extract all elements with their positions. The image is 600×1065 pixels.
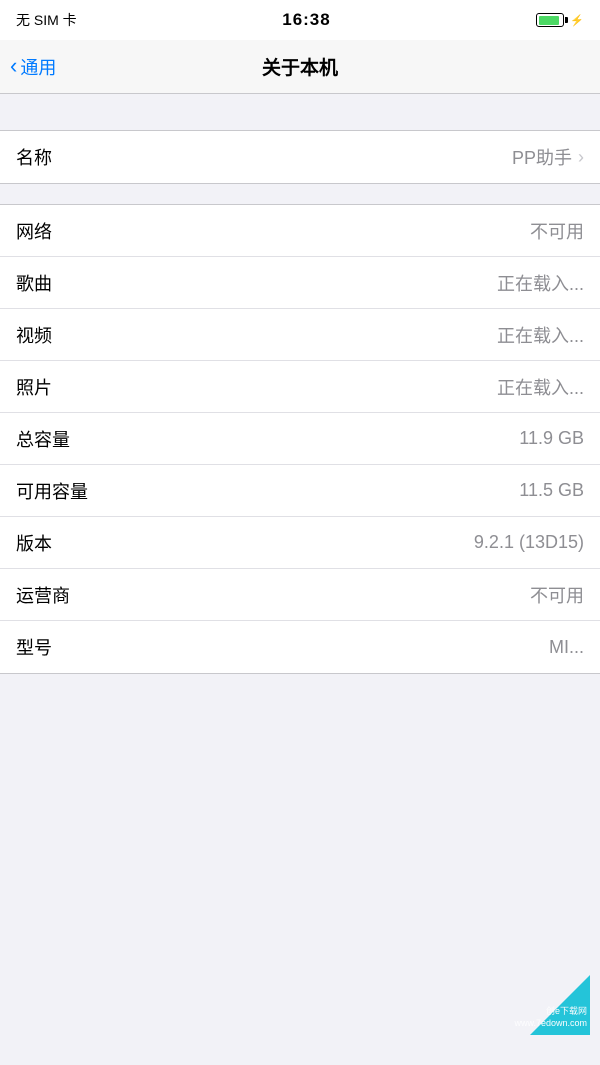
carrier-row-value: 不可用	[530, 582, 584, 608]
table-row: 总容量 11.9 GB	[0, 413, 600, 465]
carrier-row-value-container: 不可用	[530, 582, 584, 608]
available-capacity-label: 可用容量	[16, 478, 88, 504]
model-label: 型号	[16, 634, 52, 660]
back-chevron-icon: ‹	[10, 55, 17, 77]
battery-icon	[536, 13, 564, 27]
available-capacity-value: 11.5 GB	[519, 480, 584, 501]
videos-value-container: 正在载入...	[497, 322, 584, 348]
status-bar: 无 SIM 卡 16:38 ⚡	[0, 0, 600, 40]
videos-value: 正在载入...	[497, 322, 584, 348]
photos-value-container: 正在载入...	[497, 374, 584, 400]
videos-label: 视频	[16, 322, 52, 348]
back-button[interactable]: ‹ 通用	[10, 54, 56, 80]
watermark-text: 创e下载网 www.7edown.com	[514, 1005, 587, 1030]
charging-icon: ⚡	[570, 14, 584, 27]
carrier-row-label: 运营商	[16, 582, 70, 608]
name-value: PP助手	[512, 144, 572, 170]
watermark-line2: www.7edown.com	[514, 1018, 587, 1028]
battery-body	[536, 13, 564, 27]
status-icons: ⚡	[536, 13, 584, 27]
songs-label: 歌曲	[16, 270, 52, 296]
table-row: 运营商 不可用	[0, 569, 600, 621]
songs-value-container: 正在载入...	[497, 270, 584, 296]
photos-label: 照片	[16, 374, 52, 400]
total-capacity-label: 总容量	[16, 426, 70, 452]
name-value-container: PP助手 ›	[512, 144, 584, 170]
version-value: 9.2.1 (13D15)	[474, 532, 584, 553]
network-label: 网络	[16, 218, 52, 244]
name-label: 名称	[16, 144, 52, 170]
table-row: 可用容量 11.5 GB	[0, 465, 600, 517]
carrier-label: 无 SIM 卡	[16, 10, 77, 30]
total-capacity-value-container: 11.9 GB	[519, 428, 584, 449]
table-row: 视频 正在载入...	[0, 309, 600, 361]
battery-fill	[539, 16, 560, 25]
version-label: 版本	[16, 530, 52, 556]
table-row: 型号 MI...	[0, 621, 600, 673]
model-value-container: MI...	[549, 637, 584, 658]
table-row: 版本 9.2.1 (13D15)	[0, 517, 600, 569]
songs-value: 正在载入...	[497, 270, 584, 296]
page-title: 关于本机	[262, 53, 338, 80]
table-row: 歌曲 正在载入...	[0, 257, 600, 309]
model-value: MI...	[549, 637, 584, 658]
version-value-container: 9.2.1 (13D15)	[474, 532, 584, 553]
table-row: 照片 正在载入...	[0, 361, 600, 413]
top-spacer	[0, 94, 600, 130]
photos-value: 正在载入...	[497, 374, 584, 400]
nav-bar: ‹ 通用 关于本机	[0, 40, 600, 94]
content-area: 名称 PP助手 › 网络 不可用 歌曲 正在载入... 视频 正在载入...	[0, 94, 600, 674]
watermark-line1: 创e下载网	[546, 1006, 587, 1016]
info-group: 网络 不可用 歌曲 正在载入... 视频 正在载入... 照片 正在载入... …	[0, 204, 600, 674]
mid-spacer-1	[0, 184, 600, 204]
back-label: 通用	[20, 54, 56, 80]
total-capacity-value: 11.9 GB	[519, 428, 584, 449]
network-value: 不可用	[530, 218, 584, 244]
network-value-container: 不可用	[530, 218, 584, 244]
table-row: 网络 不可用	[0, 205, 600, 257]
table-row[interactable]: 名称 PP助手 ›	[0, 131, 600, 183]
name-group: 名称 PP助手 ›	[0, 130, 600, 184]
clock: 16:38	[282, 10, 330, 30]
chevron-icon: ›	[578, 147, 584, 168]
available-capacity-value-container: 11.5 GB	[519, 480, 584, 501]
